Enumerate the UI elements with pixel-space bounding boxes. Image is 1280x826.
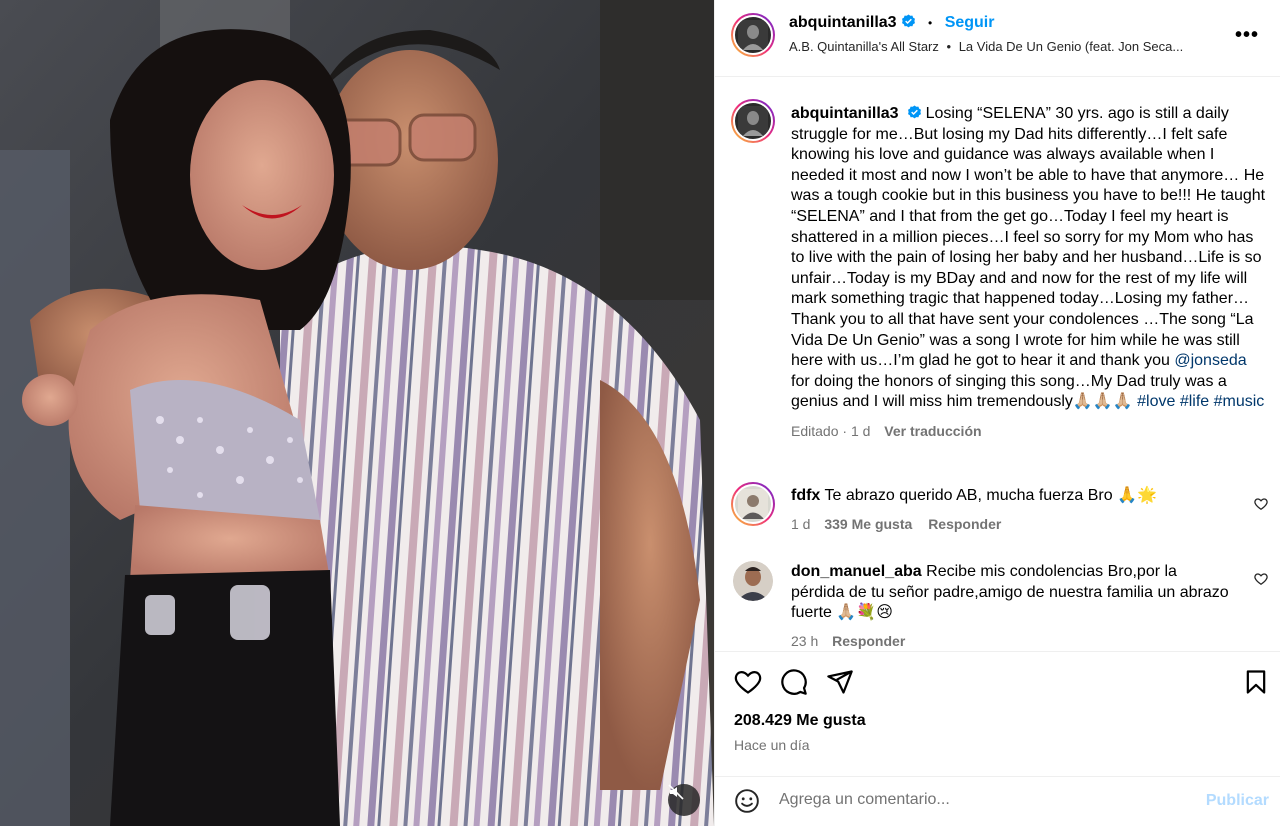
header-separator: •	[928, 16, 933, 30]
author-avatar-image	[738, 20, 768, 50]
comment-age: 1 d	[791, 515, 811, 532]
header-title-row: abquintanilla3 • Seguir	[789, 14, 994, 32]
comment-like-heart-icon[interactable]	[1254, 572, 1268, 586]
verified-badge-icon	[907, 105, 921, 119]
comment-composer: Publicar	[715, 776, 1280, 826]
caption-text-part-1: Losing “SELENA” 30 yrs. ago is still a d…	[791, 105, 1266, 370]
comment-like-heart-icon[interactable]	[1254, 497, 1268, 511]
hashtag-music[interactable]: #music	[1214, 393, 1265, 410]
comment-meta: 23 h Responder	[791, 633, 1231, 649]
audio-info[interactable]: A.B. Quintanilla's All Starz • La Vida D…	[789, 39, 1183, 54]
comment-username[interactable]: fdfx	[791, 487, 820, 504]
hashtag-life[interactable]: #life	[1180, 393, 1209, 410]
comment-avatar-image	[738, 489, 768, 519]
meta-dot: ·	[842, 422, 848, 439]
caption-author-avatar[interactable]	[731, 99, 775, 143]
comment-likes[interactable]: 339 Me gusta	[824, 516, 912, 532]
comment-item: don_manuel_aba Recibe mis condolencias B…	[791, 562, 1231, 649]
comment-body: don_manuel_aba Recibe mis condolencias B…	[791, 562, 1231, 624]
save-bookmark-icon[interactable]	[1242, 668, 1270, 696]
comment-bubble-icon[interactable]	[780, 668, 808, 696]
hashtag-love[interactable]: #love	[1137, 393, 1175, 410]
follow-button[interactable]: Seguir	[945, 14, 995, 31]
comment-age: 23 h	[791, 632, 819, 649]
caption-age: 1 d	[850, 422, 871, 439]
translate-link[interactable]: Ver traducción	[884, 423, 981, 439]
comment-avatar-image	[733, 561, 773, 601]
reply-button[interactable]: Responder	[928, 516, 1001, 532]
post-header: abquintanilla3 • Seguir A.B. Quintanilla…	[715, 0, 1280, 77]
author-username[interactable]: abquintanilla3	[789, 14, 897, 31]
author-avatar[interactable]	[731, 13, 775, 57]
comment-input[interactable]	[779, 791, 1179, 809]
verified-badge-icon	[901, 14, 915, 28]
caption-meta: Editado · 1 d Ver traducción	[791, 421, 1267, 442]
reply-button[interactable]: Responder	[832, 633, 905, 649]
mute-toggle-button[interactable]	[668, 784, 700, 816]
emoji-smiley-icon[interactable]	[734, 788, 760, 814]
post-media[interactable]	[0, 0, 714, 826]
likes-count[interactable]: 208.429 Me gusta	[734, 712, 866, 730]
mention-link[interactable]: @jonseda	[1174, 352, 1246, 369]
post-photo	[0, 0, 714, 826]
more-horizontal-icon: •••	[1234, 24, 1259, 46]
comment-username[interactable]: don_manuel_aba	[791, 563, 922, 580]
audio-separator: •	[946, 39, 952, 54]
post-timestamp: Hace un día	[734, 737, 810, 753]
more-options-button[interactable]: •••	[1235, 24, 1259, 47]
share-send-icon[interactable]	[826, 668, 854, 696]
comment-text: Te abrazo querido AB, mucha fuerza Bro 🙏…	[824, 487, 1157, 504]
comment-item: fdfx Te abrazo querido AB, mucha fuerza …	[791, 486, 1231, 532]
post-panel: abquintanilla3 • Seguir A.B. Quintanilla…	[714, 0, 1280, 826]
edited-label: Editado	[791, 422, 839, 439]
caption-avatar-image	[738, 106, 768, 136]
audio-title[interactable]: La Vida De Un Genio (feat. Jon Seca...	[959, 39, 1184, 54]
comment-avatar[interactable]	[733, 561, 773, 601]
comment-avatar[interactable]	[731, 482, 775, 526]
comment-body: fdfx Te abrazo querido AB, mucha fuerza …	[791, 486, 1231, 507]
comment-meta: 1 d 339 Me gusta Responder	[791, 516, 1231, 532]
like-heart-icon[interactable]	[734, 668, 762, 696]
audio-artist[interactable]: A.B. Quintanilla's All Starz	[789, 39, 939, 54]
speaker-muted-icon	[668, 784, 684, 800]
post-comment-button[interactable]: Publicar	[1206, 792, 1269, 810]
post-caption: abquintanilla3 Losing “SELENA” 30 yrs. a…	[791, 104, 1267, 442]
caption-username[interactable]: abquintanilla3	[791, 105, 899, 122]
